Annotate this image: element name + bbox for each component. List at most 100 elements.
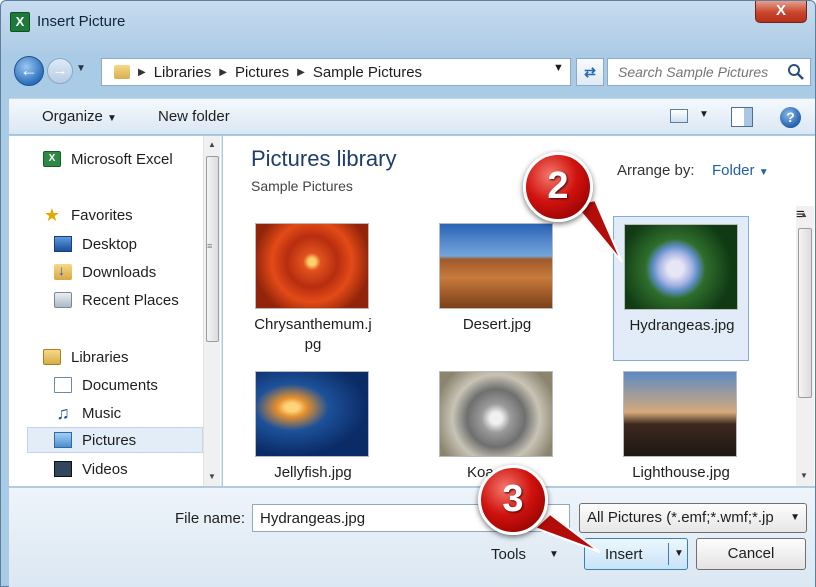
breadcrumb-pictures[interactable]: Pictures	[235, 64, 289, 81]
insert-picture-dialog: X Insert Picture X ← → ▼ ▶ Libraries ▶ P…	[0, 0, 816, 587]
library-subtitle: Sample Pictures	[251, 178, 353, 194]
window-title: Insert Picture	[37, 13, 126, 30]
sidebar-item-label: Libraries	[71, 348, 129, 366]
scrollbar-thumb[interactable]	[798, 228, 812, 398]
address-history-dropdown-icon[interactable]: ▼	[553, 62, 564, 74]
sidebar-item-libraries[interactable]: Libraries	[43, 344, 203, 370]
breadcrumb-sample-pictures[interactable]: Sample Pictures	[313, 64, 422, 81]
step-3-callout: 3	[478, 465, 548, 535]
dialog-footer: File name: All Pictures (*.emf;*.wmf;*.j…	[9, 487, 815, 587]
organize-button[interactable]: Organize ▼	[42, 108, 117, 125]
file-name-label: Jellyfish.jpg	[274, 464, 352, 481]
star-icon: ★	[43, 205, 61, 225]
music-icon: ♫	[56, 403, 70, 423]
title-bar: X Insert Picture X	[1, 1, 815, 53]
folder-icon	[114, 65, 130, 79]
breadcrumb-separator-icon[interactable]: ▶	[297, 67, 305, 78]
preview-pane-icon[interactable]	[731, 107, 753, 127]
hydrangeas-thumbnail	[624, 224, 738, 310]
change-view-icon[interactable]	[670, 109, 688, 123]
file-name-label: Chrysanthemum.j pg	[245, 315, 381, 355]
sidebar-item-label: Downloads	[82, 263, 157, 281]
scroll-down-icon[interactable]: ▼	[208, 472, 216, 481]
file-list-pane: Pictures library Sample Pictures Arrange…	[223, 136, 815, 486]
split-divider	[668, 543, 669, 565]
sidebar-item-label: Pictures	[82, 431, 137, 449]
scroll-up-icon[interactable]: ▲	[800, 210, 808, 219]
file-tile-desert[interactable]: Desert.jpg	[429, 216, 565, 361]
sidebar-item-documents[interactable]: Documents	[54, 372, 203, 398]
sidebar-item-label: Videos	[82, 460, 128, 478]
search-input[interactable]	[608, 59, 784, 85]
new-folder-button[interactable]: New folder	[158, 108, 230, 125]
sidebar-item-pictures[interactable]: Pictures	[27, 427, 203, 453]
scroll-down-icon[interactable]: ▼	[800, 471, 808, 480]
sidebar-item-recent-places[interactable]: Recent Places	[54, 287, 203, 313]
address-bar[interactable]: ▶ Libraries ▶ Pictures ▶ Sample Pictures	[101, 58, 571, 86]
breadcrumb-libraries[interactable]: Libraries	[154, 64, 212, 81]
sidebar-item-microsoft-excel[interactable]: X Microsoft Excel	[43, 146, 203, 172]
search-box[interactable]	[607, 58, 811, 86]
sidebar-item-downloads[interactable]: Downloads	[54, 259, 203, 285]
sidebar-item-videos[interactable]: Videos	[54, 456, 203, 482]
arrange-by-value: Folder	[712, 162, 755, 179]
sidebar-item-label: Favorites	[71, 206, 133, 224]
sidebar-item-favorites[interactable]: ★ Favorites	[43, 202, 203, 228]
scroll-up-icon[interactable]: ▲	[208, 140, 216, 149]
file-name-label: Hydrangeas.jpg	[629, 317, 735, 334]
insert-button[interactable]: Insert ▼	[584, 538, 688, 570]
sidebar-item-label: Music	[82, 404, 122, 422]
back-button[interactable]: ←	[14, 56, 44, 86]
desktop-icon	[54, 236, 72, 252]
file-name-label: Desert.jpg	[462, 316, 532, 333]
recent-pages-dropdown-icon[interactable]: ▼	[76, 63, 86, 74]
cancel-button[interactable]: Cancel	[696, 538, 806, 570]
forward-button[interactable]: →	[47, 58, 73, 84]
sidebar-item-label: Documents	[82, 376, 158, 394]
file-tile-hydrangeas[interactable]: Hydrangeas.jpg	[613, 216, 749, 361]
sidebar-item-desktop[interactable]: Desktop	[54, 231, 203, 257]
file-name-line: Chrysanthemum.j	[254, 316, 372, 333]
view-options-dropdown-icon[interactable]: ▼	[699, 109, 709, 120]
file-name-label: Lighthouse.jpg	[632, 464, 730, 481]
libraries-icon	[43, 349, 61, 365]
file-name-line: pg	[304, 336, 322, 353]
chevron-down-icon: ▼	[107, 113, 117, 124]
insert-options-dropdown-icon[interactable]: ▼	[674, 548, 684, 559]
step-2-callout: 2	[523, 152, 593, 222]
lighthouse-thumbnail	[623, 371, 737, 457]
breadcrumb-separator-icon[interactable]: ▶	[138, 67, 146, 78]
documents-icon	[54, 377, 72, 393]
file-type-value: All Pictures (*.emf;*.wmf;*.jp	[587, 509, 774, 526]
tools-button[interactable]: Tools	[491, 546, 526, 563]
recent-places-icon	[54, 292, 72, 308]
chevron-down-icon: ▼	[758, 167, 769, 178]
desert-thumbnail	[439, 223, 553, 309]
file-tile-chrysanthemum[interactable]: Chrysanthemum.j pg	[245, 216, 381, 361]
library-title: Pictures library	[251, 146, 397, 171]
refresh-button[interactable]: ⇄	[576, 58, 604, 86]
navigation-scrollbar[interactable]: ▲ ≡ ▼	[203, 136, 220, 486]
tools-dropdown-icon[interactable]: ▼	[549, 549, 559, 560]
search-icon[interactable]	[787, 63, 805, 81]
chrysanthemum-thumbnail	[255, 223, 369, 309]
file-list-scrollbar[interactable]: ▲ ≡ ▼	[796, 206, 814, 486]
command-bar: Organize ▼ New folder ▼ ?	[9, 98, 815, 135]
sidebar-item-label: Desktop	[82, 235, 138, 253]
arrange-by-label: Arrange by:	[617, 162, 695, 179]
sidebar-item-label: Recent Places	[82, 291, 179, 309]
insert-button-label: Insert	[605, 546, 643, 563]
scrollbar-grip-icon: ≡	[207, 241, 213, 251]
file-type-select[interactable]: All Pictures (*.emf;*.wmf;*.jp ▼	[579, 503, 807, 533]
videos-icon	[54, 461, 72, 477]
arrange-by-dropdown[interactable]: Folder ▼	[712, 162, 769, 179]
organize-label: Organize	[42, 108, 103, 125]
help-icon[interactable]: ?	[780, 107, 801, 128]
excel-app-icon: X	[10, 12, 30, 32]
close-button[interactable]: X	[755, 1, 807, 23]
sidebar-item-music[interactable]: ♫ Music	[54, 400, 203, 426]
navigation-pane: X Microsoft Excel ★ Favorites Desktop Do…	[9, 136, 222, 486]
sidebar-item-label: Microsoft Excel	[71, 150, 173, 168]
breadcrumb-separator-icon[interactable]: ▶	[219, 67, 227, 78]
chevron-down-icon: ▼	[790, 512, 800, 523]
